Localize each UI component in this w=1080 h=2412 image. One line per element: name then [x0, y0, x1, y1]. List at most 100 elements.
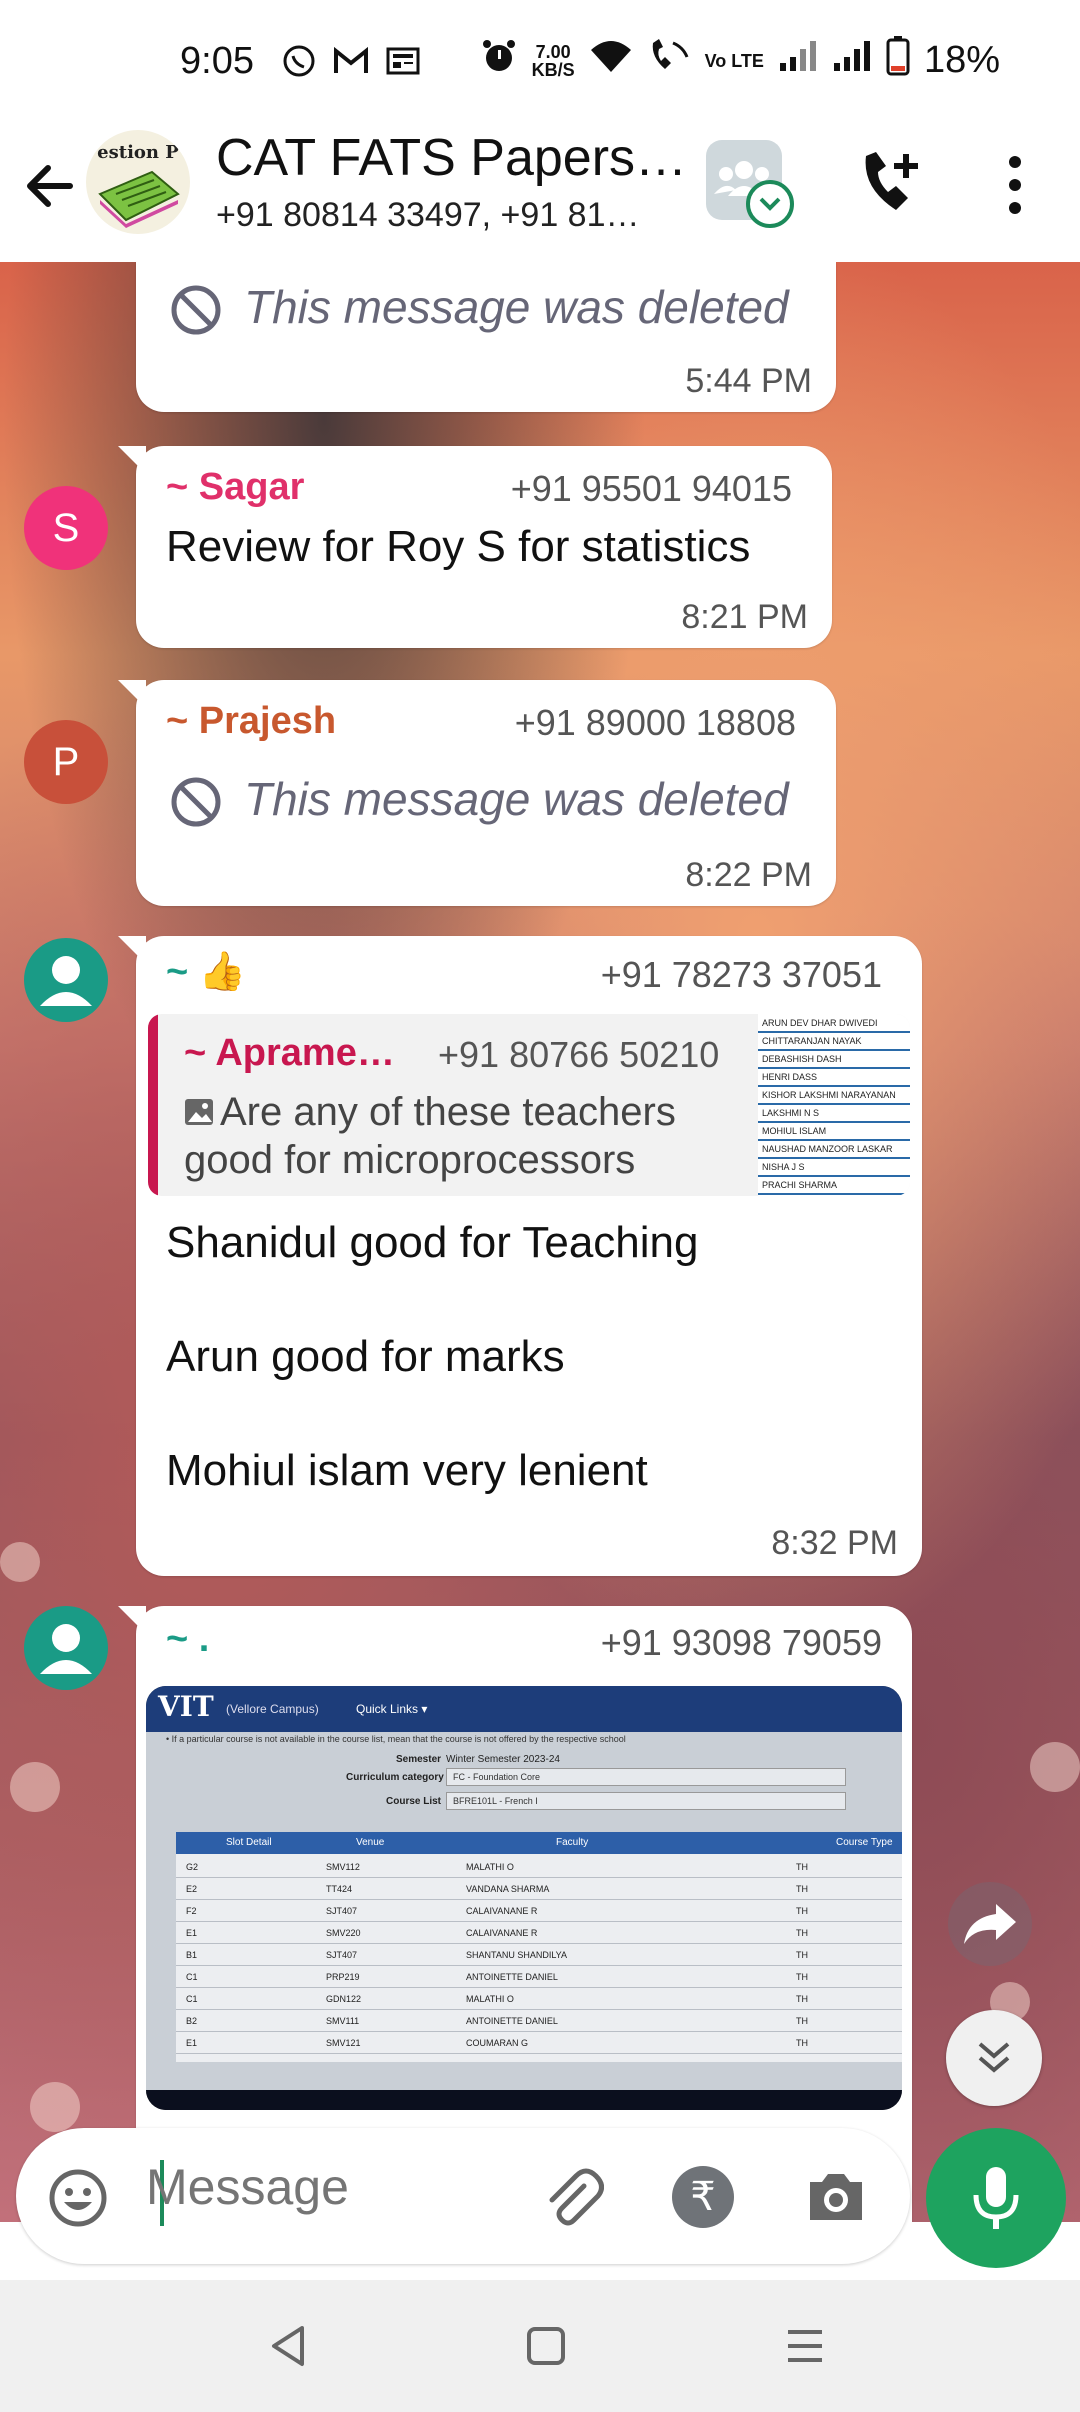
- table-cell: E2: [186, 1884, 198, 1894]
- thumbnail-name: NAUSHAD MANZOOR LASKAR: [762, 1144, 893, 1154]
- table-row: G2 SMV112 MALATHI O TH: [176, 1856, 902, 1878]
- quoted-message[interactable]: ~ Aprame… +91 80766 50210 Are any of the…: [148, 1014, 910, 1196]
- table-cell: G2: [186, 1862, 199, 1872]
- system-navigation-bar: [0, 2280, 1080, 2412]
- thumbnail-rule: [758, 1103, 910, 1105]
- table-cell: TH: [796, 2038, 808, 2048]
- emoji-icon[interactable]: [46, 2166, 110, 2230]
- thumbnail-rule: [758, 1085, 910, 1087]
- avatar[interactable]: S: [24, 486, 108, 570]
- thumbnail-name: CHITTARANJAN NAYAK: [762, 1036, 862, 1046]
- message-bubble[interactable]: This message was deleted 5:44 PM: [136, 262, 836, 412]
- table-row: E2 TT424 VANDANA SHARMA TH: [176, 1878, 902, 1900]
- chat-area[interactable]: This message was deleted 5:44 PM S ~ Sag…: [0, 262, 1080, 2222]
- table-cell: SJT407: [326, 1906, 358, 1916]
- semester-label: Semester: [396, 1754, 442, 1765]
- chat-title[interactable]: CAT FATS Papers…: [216, 128, 687, 188]
- payment-rupee-icon[interactable]: ₹: [672, 2166, 734, 2228]
- thumbnail-name: KISHOR LAKSHMI NARAYANAN: [762, 1090, 896, 1100]
- battery-percent: 18%: [923, 39, 1000, 81]
- message-bubble[interactable]: ~ 👍 +91 78273 37051 ~ Aprame… +91 80766 …: [118, 936, 922, 1576]
- vit-campus: (Vellore Campus): [226, 1702, 319, 1716]
- mic-icon: [973, 2167, 1019, 2229]
- message-composer[interactable]: ₹: [16, 2128, 910, 2264]
- sender-phone: +91 78273 37051: [600, 954, 882, 995]
- news-icon: [384, 42, 422, 80]
- sender-name[interactable]: ~ .: [166, 1618, 209, 1661]
- nav-back-icon[interactable]: [268, 2324, 308, 2368]
- forward-button[interactable]: [948, 1882, 1032, 1966]
- quote-thumbnail: ARUN DEV DHAR DWIVEDI CHITTARANJAN NAYAK D…: [758, 1014, 910, 1196]
- image-attachment[interactable]: VIT (Vellore Campus) Quick Links ▾ • If …: [146, 1686, 902, 2110]
- table-cell: E1: [186, 1928, 198, 1938]
- deleted-message-text: This message was deleted: [244, 773, 789, 825]
- table-cell: SJT407: [326, 1950, 358, 1960]
- vit-logo: VIT: [158, 1690, 214, 1723]
- more-options-icon[interactable]: [990, 150, 1040, 220]
- message-text-line: Mohiul islam very lenient: [166, 1446, 648, 1495]
- scroll-to-bottom-button[interactable]: [946, 2010, 1042, 2106]
- group-avatar[interactable]: estion P: [86, 130, 190, 234]
- table-cell: TH: [796, 1928, 808, 1938]
- table-cell: SHANTANU SHANDILYA: [466, 1950, 568, 1960]
- thumbnail-rule: [758, 1175, 910, 1177]
- table-row: E1 SMV121 COUMARAN G TH: [176, 2032, 902, 2054]
- thumbnail-name: DEBASHISH DASH: [762, 1054, 842, 1064]
- message-text-line: Shanidul good for Teaching: [166, 1218, 699, 1267]
- course-label: Course List: [386, 1796, 442, 1807]
- table-cell: SMV220: [326, 1928, 361, 1938]
- sender-phone: +91 89000 18808: [514, 702, 796, 743]
- table-cell: F2: [186, 1906, 197, 1916]
- back-arrow-icon[interactable]: [20, 156, 80, 216]
- wifi-icon: [589, 38, 633, 83]
- wallpaper-bokeh: [30, 2082, 80, 2132]
- avatar-letter: P: [52, 739, 80, 784]
- wifi-calling-icon: [647, 37, 691, 84]
- status-time: 9:05: [180, 40, 254, 82]
- table-cell: GDN122: [326, 1994, 362, 2004]
- nav-recents-icon[interactable]: [784, 2326, 826, 2366]
- papers-icon: [98, 170, 180, 228]
- speed-value: 7.00: [535, 41, 571, 62]
- sender-name[interactable]: ~ Prajesh: [166, 700, 336, 743]
- chat-members[interactable]: +91 80814 33497, +91 81…: [216, 196, 640, 235]
- table-cell: B1: [186, 1950, 198, 1960]
- network-speed: 7.00 KB/S: [532, 43, 575, 79]
- sender-name[interactable]: ~ Sagar: [166, 466, 304, 509]
- chevron-down-icon: [746, 180, 794, 228]
- add-call-icon[interactable]: [856, 148, 926, 218]
- quote-sender: ~ Aprame…: [184, 1032, 395, 1074]
- table-row: E1 SMV220 CALAIVANANE R TH: [176, 1922, 902, 1944]
- thumbnail-name: HENRI DASS: [762, 1072, 818, 1082]
- attach-icon[interactable]: [540, 2166, 604, 2230]
- thumbnail-rule: [758, 1139, 910, 1141]
- course-select: BFRE101L - French I: [446, 1792, 846, 1810]
- thumbnail-rule: [758, 1067, 910, 1069]
- person-icon: [40, 956, 92, 1006]
- message-bubble[interactable]: ~ Sagar +91 95501 94015 Review for Roy S…: [118, 446, 832, 648]
- avatar-letter: S: [52, 505, 80, 550]
- table-cell: VANDANA SHARMA: [466, 1884, 550, 1894]
- wallpaper-bokeh: [0, 1542, 40, 1582]
- message-time: 5:44 PM: [685, 362, 812, 400]
- table-cell: MALATHI O: [466, 1994, 514, 2004]
- voice-message-button[interactable]: [926, 2128, 1066, 2268]
- table-header-cell: Slot Detail: [226, 1837, 272, 1848]
- table-cell: ANTOINETTE DANIEL: [466, 2016, 558, 2026]
- camera-icon[interactable]: [804, 2166, 868, 2226]
- wallpaper-bokeh: [10, 1762, 60, 1812]
- default-avatar[interactable]: [24, 938, 108, 1022]
- nav-home-icon[interactable]: [526, 2326, 566, 2366]
- table-header: Slot Detail Venue Faculty Course Type: [176, 1832, 902, 1854]
- message-input[interactable]: [146, 2158, 526, 2216]
- table-cell: TH: [796, 2016, 808, 2026]
- message-bubble[interactable]: ~ Prajesh +91 89000 18808 This message w…: [118, 680, 836, 906]
- table-cell: TT424: [326, 1884, 353, 1894]
- default-avatar[interactable]: [24, 1606, 108, 1690]
- table-header-cell: Faculty: [556, 1837, 589, 1848]
- table-row: F2 SJT407 CALAIVANANE R TH: [176, 1900, 902, 1922]
- sender-name[interactable]: ~ 👍: [166, 950, 246, 994]
- avatar[interactable]: P: [24, 720, 108, 804]
- double-chevron-down-icon: [978, 2042, 1010, 2073]
- thumbnail-rule: [758, 1031, 910, 1033]
